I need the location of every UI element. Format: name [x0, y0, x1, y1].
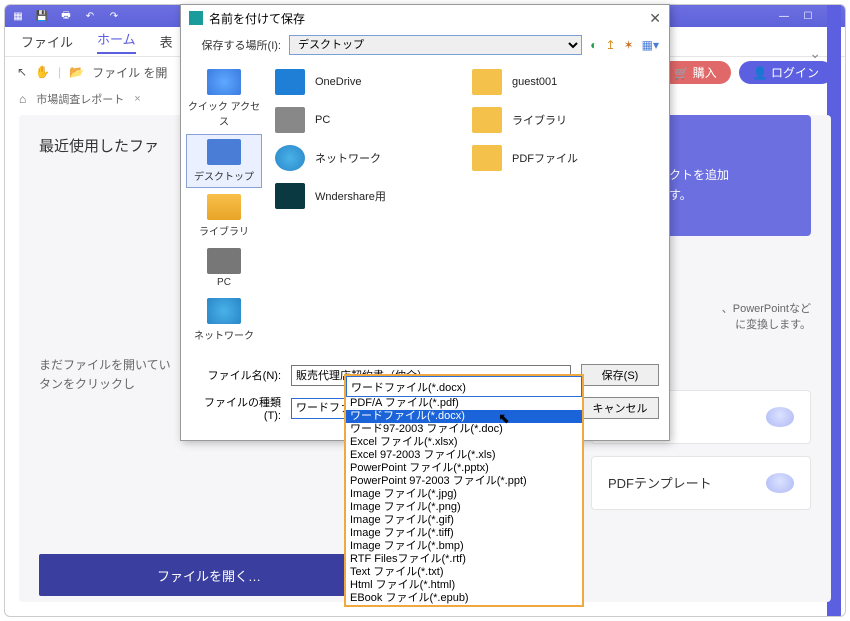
folder-wondershare[interactable]: Wndershare用 — [275, 183, 464, 209]
minimize-icon[interactable]: — — [777, 9, 791, 23]
place-library[interactable]: ライブラリ — [186, 190, 262, 242]
save-in-label: 保存する場所(I): — [191, 37, 281, 53]
folder-library[interactable]: ライブラリ — [472, 107, 661, 133]
dialog-title: 名前を付けて保存 — [209, 10, 305, 27]
tab-home[interactable]: ホーム — [97, 29, 136, 54]
folder-pdffile[interactable]: PDFファイル — [472, 145, 661, 171]
print-icon[interactable]: 🖶 — [59, 9, 73, 23]
folder-network[interactable]: ネットワーク — [275, 145, 464, 171]
filetype-option[interactable]: Html ファイル(*.html) — [346, 579, 582, 592]
save-icon[interactable]: 💾 — [35, 9, 49, 23]
dialog-logo-icon — [189, 11, 203, 25]
filetype-label: ファイルの種類(T): — [191, 394, 281, 422]
filetype-option[interactable]: Excel ファイル(*.xlsx) — [346, 436, 582, 449]
filename-label: ファイル名(N): — [191, 367, 281, 383]
disc-icon — [766, 473, 794, 493]
place-pc[interactable]: PC — [186, 244, 262, 292]
folder-pc[interactable]: PC — [275, 107, 464, 133]
tab-file[interactable]: ファイル — [21, 32, 73, 51]
home-icon[interactable]: ⌂ — [19, 92, 26, 106]
app-logo-icon: ▦ — [11, 9, 25, 23]
open-folder-icon[interactable]: 📂 — [69, 65, 84, 79]
undo-icon[interactable]: ↶ — [83, 9, 97, 23]
save-in-select[interactable]: デスクトップ — [289, 35, 582, 55]
place-quick-access[interactable]: クイック アクセス — [186, 65, 262, 132]
close-tab-icon[interactable]: × — [134, 93, 140, 105]
filetype-option[interactable]: RTF Filesファイル(*.rtf) — [346, 553, 582, 566]
maximize-icon[interactable]: ☐ — [801, 9, 815, 23]
filetype-option[interactable]: PDF/A ファイル(*.pdf) — [346, 397, 582, 410]
filetype-option[interactable]: Image ファイル(*.gif) — [346, 514, 582, 527]
place-network[interactable]: ネットワーク — [186, 294, 262, 346]
tab-display[interactable]: 表 — [160, 32, 173, 51]
up-icon[interactable]: ↥ — [606, 38, 616, 52]
dialog-titlebar: 名前を付けて保存 ✕ — [181, 5, 669, 31]
chevron-down-icon[interactable]: ⌄ — [809, 45, 821, 62]
cancel-button[interactable]: キャンセル — [581, 397, 659, 419]
folder-onedrive[interactable]: OneDrive — [275, 69, 464, 95]
redo-icon[interactable]: ↷ — [107, 9, 121, 23]
hand-tool-icon[interactable]: ✋ — [35, 65, 50, 79]
filetype-option[interactable]: PowerPoint 97-2003 ファイル(*.ppt) — [346, 475, 582, 488]
filetype-option[interactable]: Image ファイル(*.bmp) — [346, 540, 582, 553]
folder-view[interactable]: OneDrive guest001 PC ライブラリ ネットワーク PDFファイ… — [267, 59, 669, 352]
disc-icon — [766, 407, 794, 427]
filetype-option[interactable]: Excel 97-2003 ファイル(*.xls) — [346, 449, 582, 462]
new-folder-icon[interactable]: ✶ — [624, 38, 634, 52]
filetype-option[interactable]: PowerPoint ファイル(*.pptx) — [346, 462, 582, 475]
dialog-close-icon[interactable]: ✕ — [649, 10, 661, 27]
buy-button[interactable]: 🛒 購入 — [660, 61, 730, 84]
login-button[interactable]: 👤 ログイン — [739, 61, 833, 84]
open-file-button[interactable]: ファイルを開く… — [39, 554, 379, 596]
cursor-tool-icon[interactable]: ↖ — [17, 65, 27, 79]
filetype-option[interactable]: Image ファイル(*.jpg) — [346, 488, 582, 501]
view-menu-icon[interactable]: ▦▾ — [642, 38, 659, 52]
cursor-icon: ⬉ — [498, 410, 510, 427]
filetype-dropdown[interactable]: ワードファイル(*.docx) PDF/A ファイル(*.pdf)ワードファイル… — [344, 374, 584, 607]
filetype-option[interactable]: Image ファイル(*.png) — [346, 501, 582, 514]
save-button[interactable]: 保存(S) — [581, 364, 659, 386]
filetype-option[interactable]: Image ファイル(*.tiff) — [346, 527, 582, 540]
filetype-option[interactable]: ワード97-2003 ファイル(*.doc) — [346, 423, 582, 436]
document-tab[interactable]: 市場調査レポート — [36, 91, 124, 107]
filetype-option[interactable]: ワードファイル(*.docx) — [346, 410, 582, 423]
place-desktop[interactable]: デスクトップ — [186, 134, 262, 188]
places-bar: クイック アクセス デスクトップ ライブラリ PC ネットワーク — [181, 59, 267, 352]
filetype-select-head[interactable]: ワードファイル(*.docx) — [346, 376, 582, 397]
open-file-label[interactable]: ファイル を開 — [92, 64, 167, 81]
filetype-option[interactable]: EBook ファイル(*.epub) — [346, 592, 582, 605]
folder-guest[interactable]: guest001 — [472, 69, 661, 95]
filetype-option[interactable]: Text ファイル(*.txt) — [346, 566, 582, 579]
card-template[interactable]: PDFテンプレート — [591, 456, 811, 510]
back-icon[interactable]: ◐ — [590, 38, 597, 52]
